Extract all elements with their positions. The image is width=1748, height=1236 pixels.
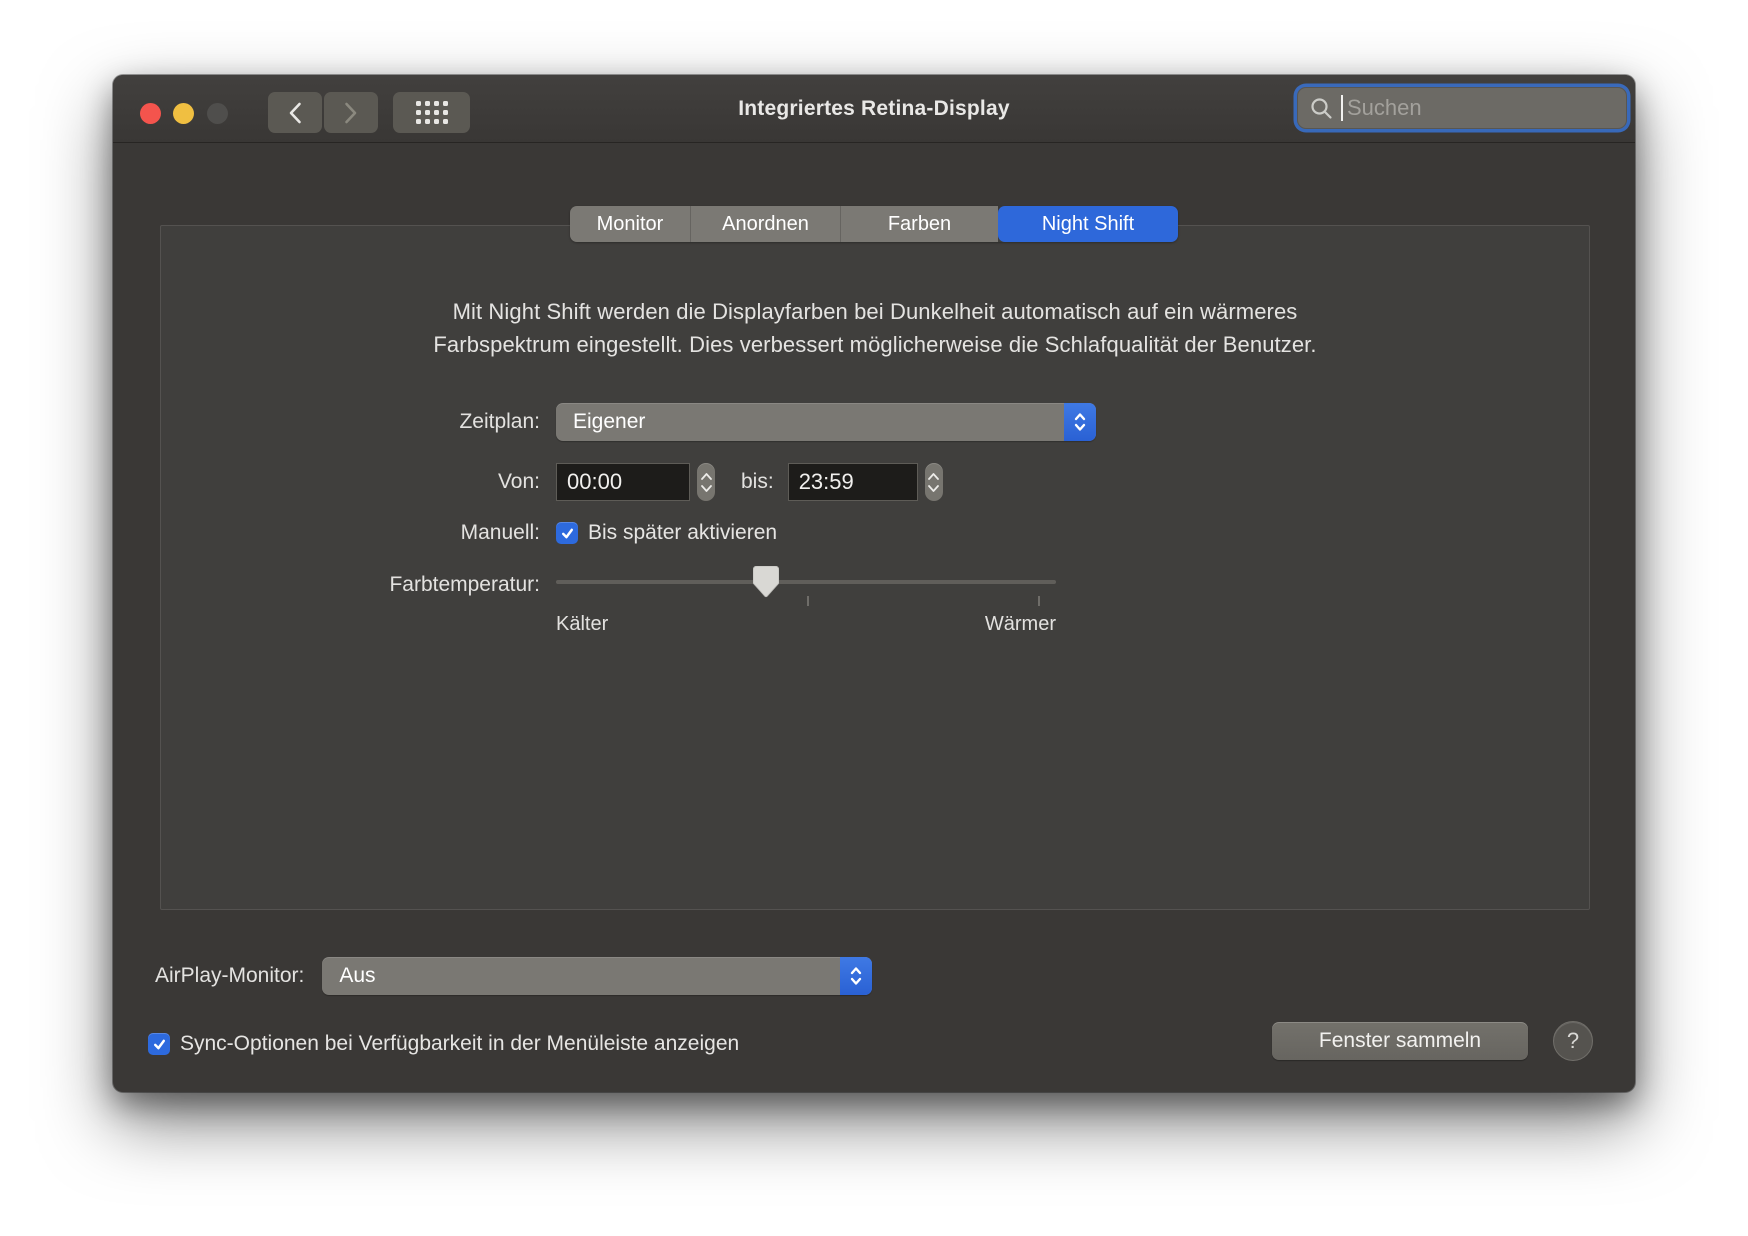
- system-preferences-window: Integriertes Retina-Display Monitor Anor…: [113, 75, 1635, 1092]
- tab-anordnen[interactable]: Anordnen: [690, 206, 840, 242]
- color-temp-slider-thumb[interactable]: [753, 566, 779, 598]
- display-tabs: Monitor Anordnen Farben Night Shift: [570, 206, 1178, 242]
- stepper-up-icon: [928, 473, 939, 480]
- checkmark-icon: [152, 1037, 167, 1052]
- desktop-background: Integriertes Retina-Display Monitor Anor…: [0, 0, 1748, 1236]
- sync-options-checkbox[interactable]: [148, 1033, 170, 1055]
- sync-options-row: Sync-Optionen bei Verfügbarkeit in der M…: [148, 1025, 739, 1063]
- search-field[interactable]: [1297, 87, 1627, 129]
- description-line-2: Farbspektrum eingestellt. Dies verbesser…: [160, 328, 1590, 361]
- from-label: Von:: [160, 470, 540, 494]
- tab-monitor[interactable]: Monitor: [570, 206, 690, 242]
- tab-farben[interactable]: Farben: [840, 206, 998, 242]
- schedule-label: Zeitplan:: [160, 410, 540, 434]
- manual-checkbox[interactable]: [556, 522, 578, 544]
- help-button[interactable]: ?: [1553, 1021, 1593, 1061]
- from-time-stepper[interactable]: [697, 463, 715, 501]
- sync-options-label: Sync-Optionen bei Verfügbarkeit in der M…: [180, 1032, 739, 1056]
- tab-night-shift[interactable]: Night Shift: [998, 206, 1178, 242]
- text-cursor: [1341, 95, 1343, 121]
- slider-tick: [807, 596, 809, 606]
- color-temperature-slider[interactable]: [556, 562, 1056, 608]
- stepper-down-icon: [928, 485, 939, 492]
- gather-windows-button[interactable]: Fenster sammeln: [1272, 1022, 1528, 1060]
- slider-tick: [1038, 596, 1040, 606]
- search-icon: [1310, 97, 1333, 120]
- checkmark-icon: [560, 526, 575, 541]
- description-line-1: Mit Night Shift werden die Displayfarben…: [160, 295, 1590, 328]
- night-shift-description: Mit Night Shift werden die Displayfarben…: [160, 295, 1590, 361]
- stepper-up-icon: [701, 473, 712, 480]
- search-input[interactable]: [1347, 87, 1619, 129]
- manual-row: Manuell: Bis später aktivieren: [160, 517, 777, 549]
- schedule-row: Zeitplan: Eigener: [160, 402, 1096, 442]
- schedule-popup-button[interactable]: Eigener: [556, 403, 1096, 441]
- slider-labels: Kälter Wärmer: [556, 613, 1056, 636]
- schedule-popup-value: Eigener: [556, 410, 645, 434]
- popup-chevrons-icon: [1064, 403, 1096, 441]
- airplay-label: AirPlay-Monitor:: [155, 964, 304, 988]
- slider-min-label: Kälter: [556, 613, 608, 636]
- slider-track[interactable]: [556, 580, 1056, 584]
- to-label: bis:: [741, 470, 774, 494]
- airplay-row: AirPlay-Monitor: Aus: [155, 957, 872, 995]
- color-temperature-label: Farbtemperatur:: [160, 573, 540, 597]
- airplay-popup-button[interactable]: Aus: [322, 957, 872, 995]
- color-temperature-row: Farbtemperatur:: [160, 565, 556, 605]
- slider-max-label: Wärmer: [985, 613, 1056, 636]
- from-time-input[interactable]: [556, 463, 690, 501]
- to-time-input[interactable]: [788, 463, 918, 501]
- manual-checkbox-label: Bis später aktivieren: [588, 521, 777, 545]
- popup-chevrons-icon: [840, 957, 872, 995]
- slider-thumb-icon: [753, 566, 779, 598]
- manual-label: Manuell:: [160, 521, 540, 545]
- airplay-popup-value: Aus: [322, 964, 375, 988]
- stepper-down-icon: [701, 485, 712, 492]
- time-range-row: Von: bis:: [160, 462, 943, 502]
- titlebar: Integriertes Retina-Display: [113, 75, 1635, 143]
- to-time-stepper[interactable]: [925, 463, 943, 501]
